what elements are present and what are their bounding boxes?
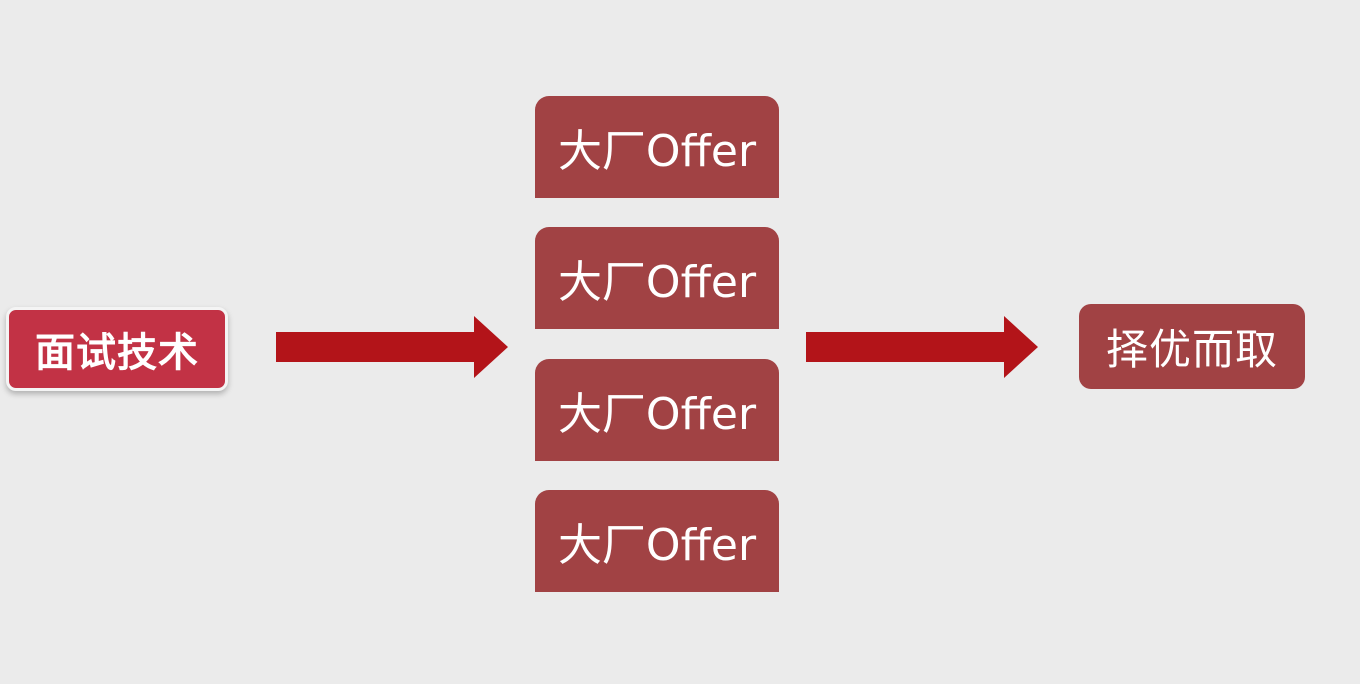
offer-node-label: 大厂Offer [557,126,757,177]
source-node-interview-skills: 面试技术 [6,307,228,391]
offer-node-1: 大厂Offer [535,96,779,198]
result-node-choose-best: 择优而取 [1079,304,1305,389]
offer-node-label: 大厂Offer [557,520,757,571]
offer-node-3: 大厂Offer [535,359,779,461]
arrow-to-offers [276,316,508,378]
offer-node-4: 大厂Offer [535,490,779,592]
offer-node-label: 大厂Offer [557,389,757,440]
result-node-label: 择优而取 [1105,325,1278,374]
source-node-label: 面试技术 [35,330,199,376]
offer-node-label: 大厂Offer [557,257,757,308]
arrow-to-result [806,316,1038,378]
offer-node-2: 大厂Offer [535,227,779,329]
